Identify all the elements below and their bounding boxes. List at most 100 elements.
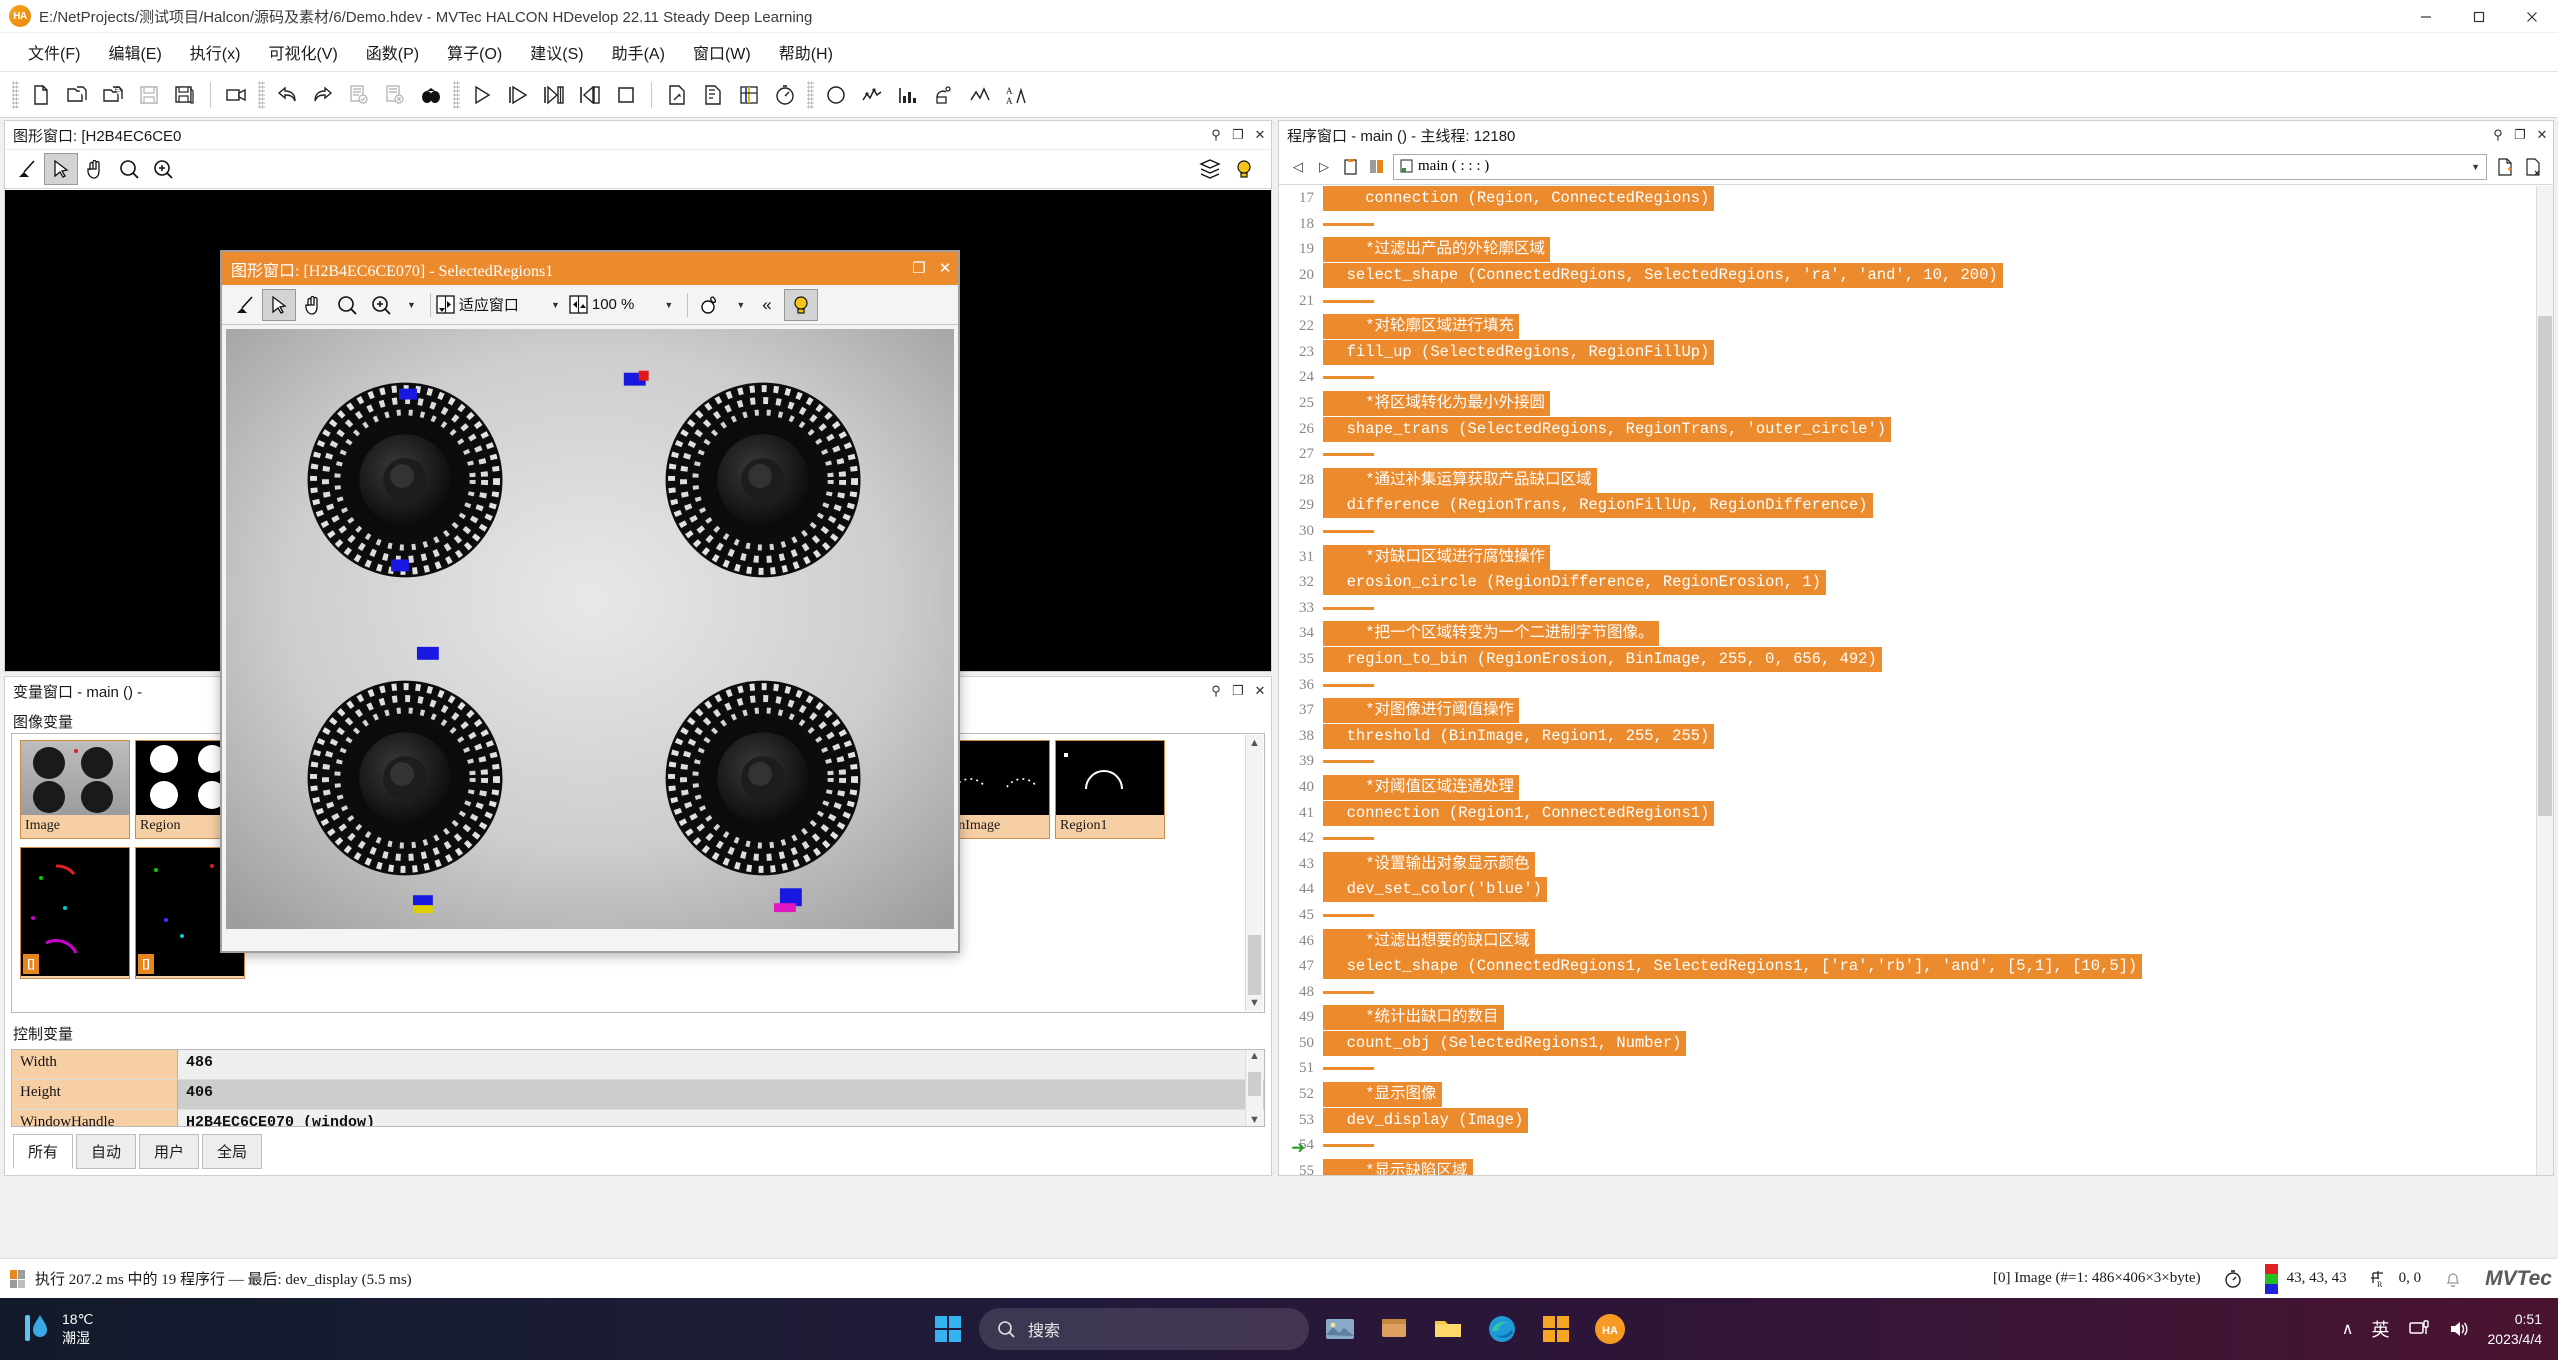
code-line[interactable]: 22 *对轮廓区域进行填充 (1279, 314, 2553, 340)
code-text[interactable] (1323, 1144, 1374, 1148)
code-line[interactable]: 24 (1279, 365, 2553, 391)
notification-bell-icon[interactable] (2443, 1269, 2463, 1289)
menu-execute[interactable]: 执行(x) (176, 35, 255, 69)
code-text[interactable] (1323, 376, 1374, 380)
code-text[interactable]: select_shape (ConnectedRegions, Selected… (1323, 263, 2003, 289)
menu-assistants[interactable]: 助手(A) (598, 35, 679, 69)
insert-operator-icon[interactable] (659, 77, 695, 113)
save-as-icon[interactable] (167, 77, 203, 113)
code-text[interactable]: select_shape (ConnectedRegions1, Selecte… (1323, 954, 2143, 980)
table-row[interactable]: WindowHandle H2B4EC6CE070 (window) (12, 1110, 1264, 1126)
store-icon[interactable] (1533, 1306, 1579, 1352)
file-explorer-icon[interactable] (1425, 1306, 1471, 1352)
tab-global[interactable]: 全局 (202, 1134, 263, 1169)
code-line[interactable]: 27 (1279, 442, 2553, 468)
code-line[interactable]: 52 *显示图像 (1279, 1082, 2553, 1108)
close-icon[interactable]: ✕ (932, 252, 958, 285)
code-line[interactable]: 17 connection (Region, ConnectedRegions) (1279, 186, 2553, 212)
code-line[interactable]: 26 shape_trans (SelectedRegions, RegionT… (1279, 416, 2553, 442)
step-into-icon[interactable] (536, 77, 572, 113)
close-icon[interactable]: ✕ (1249, 680, 1271, 702)
step-over-icon[interactable] (500, 77, 536, 113)
hand-icon[interactable] (78, 153, 112, 185)
chevron-up-icon[interactable]: ∧ (2342, 1319, 2354, 1339)
code-line[interactable]: 54 (1279, 1133, 2553, 1159)
minimize-button[interactable] (2399, 0, 2452, 33)
code-text[interactable] (1323, 990, 1374, 994)
image-variable-item[interactable]: Region1 (1055, 740, 1165, 839)
code-line[interactable]: 39 (1279, 749, 2553, 775)
code-text[interactable] (1323, 299, 1374, 303)
code-line[interactable]: 19 *过滤出产品的外轮廓区域 (1279, 237, 2553, 263)
code-line[interactable]: 53 dev_display (Image) (1279, 1107, 2553, 1133)
table-row[interactable]: Height 406 (12, 1080, 1264, 1110)
image-variable-item[interactable]: Image (20, 740, 130, 839)
procedure-select[interactable]: main ( : : : ) ▼ (1393, 153, 2487, 180)
float-icon[interactable]: ❐ (2509, 124, 2531, 146)
find-icon[interactable] (413, 77, 449, 113)
code-line[interactable]: 36 (1279, 672, 2553, 698)
code-text[interactable]: erosion_circle (RegionDifference, Region… (1323, 570, 1826, 596)
image-variable-item[interactable]: [] (20, 847, 130, 979)
code-text[interactable] (1323, 606, 1374, 610)
code-editor[interactable]: 17 connection (Region, ConnectedRegions)… (1279, 186, 2553, 1175)
pin-icon[interactable]: ⚲ (1205, 680, 1227, 702)
code-text[interactable]: *通过补集运算获取产品缺口区域 (1323, 467, 1597, 493)
redo-icon[interactable] (305, 77, 341, 113)
pin-icon[interactable]: ⚲ (2487, 124, 2509, 146)
menu-file[interactable]: 文件(F) (14, 35, 94, 69)
code-line[interactable]: 38 threshold (BinImage, Region1, 255, 25… (1279, 723, 2553, 749)
code-line[interactable]: 48 (1279, 979, 2553, 1005)
widgets-icon[interactable] (1317, 1306, 1363, 1352)
fit-window-control[interactable]: 适应窗口 (436, 294, 523, 315)
code-text[interactable]: region_to_bin (RegionErosion, BinImage, … (1323, 646, 1882, 672)
code-line[interactable]: 41 connection (Region1, ConnectedRegions… (1279, 800, 2553, 826)
search-box[interactable]: 搜索 (979, 1308, 1309, 1350)
menu-procedures[interactable]: 函数(P) (352, 35, 433, 69)
open-file-icon[interactable] (59, 77, 95, 113)
code-text[interactable]: *对图像进行阈值操作 (1323, 698, 1520, 724)
weather-widget[interactable]: 18℃ 潮湿 (0, 1310, 93, 1348)
code-line[interactable]: 21 (1279, 288, 2553, 314)
magnifier-plus-icon[interactable] (364, 289, 398, 321)
start-icon[interactable] (925, 1306, 971, 1352)
delete-procedure-icon[interactable] (2519, 156, 2547, 178)
code-text[interactable] (1323, 1067, 1374, 1071)
save-icon[interactable] (131, 77, 167, 113)
tab-auto[interactable]: 自动 (76, 1134, 137, 1169)
toolbar-grip[interactable] (12, 80, 19, 109)
menu-operators[interactable]: 算子(O) (433, 35, 516, 69)
code-text[interactable]: *对轮廓区域进行填充 (1323, 314, 1520, 340)
fit-dropdown-icon[interactable]: ▼ (523, 300, 569, 310)
color-dropdown-icon[interactable]: ▼ (727, 300, 754, 310)
gray-profile-icon[interactable] (962, 77, 998, 113)
menu-help[interactable]: 帮助(H) (765, 35, 847, 69)
menu-visualization[interactable]: 可视化(V) (254, 35, 351, 69)
nav-back-icon[interactable]: ◁ (1285, 156, 1311, 178)
measure-icon[interactable] (926, 77, 962, 113)
code-text[interactable]: count_obj (SelectedRegions1, Number) (1323, 1030, 1687, 1056)
code-text[interactable]: connection (Region, ConnectedRegions) (1323, 186, 1715, 212)
text-tool-icon[interactable]: AA (998, 77, 1034, 113)
code-text[interactable] (1323, 453, 1374, 457)
magnifier-icon[interactable] (330, 289, 364, 321)
code-text[interactable] (1323, 760, 1374, 764)
edge-icon[interactable] (1479, 1306, 1525, 1352)
code-text[interactable]: *设置输出对象显示颜色 (1323, 851, 1535, 877)
close-icon[interactable]: ✕ (2531, 124, 2553, 146)
variables-icon[interactable] (731, 77, 767, 113)
code-line[interactable]: 49 *统计出缺口的数目 (1279, 1005, 2553, 1031)
language-indicator[interactable]: 英 (2372, 1316, 2390, 1342)
undo-icon[interactable] (269, 77, 305, 113)
zoom-level-control[interactable]: 100 % (569, 295, 639, 314)
step-out-icon[interactable] (572, 77, 608, 113)
code-text[interactable]: *把一个区域转变为一个二进制字节图像。 (1323, 621, 1659, 647)
code-line[interactable]: 40 *对阈值区域连通处理 (1279, 774, 2553, 801)
code-text[interactable]: *将区域转化为最小外接圆 (1323, 391, 1551, 417)
menu-window[interactable]: 窗口(W) (679, 35, 765, 69)
code-text[interactable]: difference (RegionTrans, RegionFillUp, R… (1323, 493, 1873, 519)
zoom-icon[interactable] (818, 77, 854, 113)
close-button[interactable] (2505, 0, 2558, 33)
tab-all[interactable]: 所有 (13, 1134, 74, 1169)
clear-icon[interactable] (10, 153, 44, 185)
